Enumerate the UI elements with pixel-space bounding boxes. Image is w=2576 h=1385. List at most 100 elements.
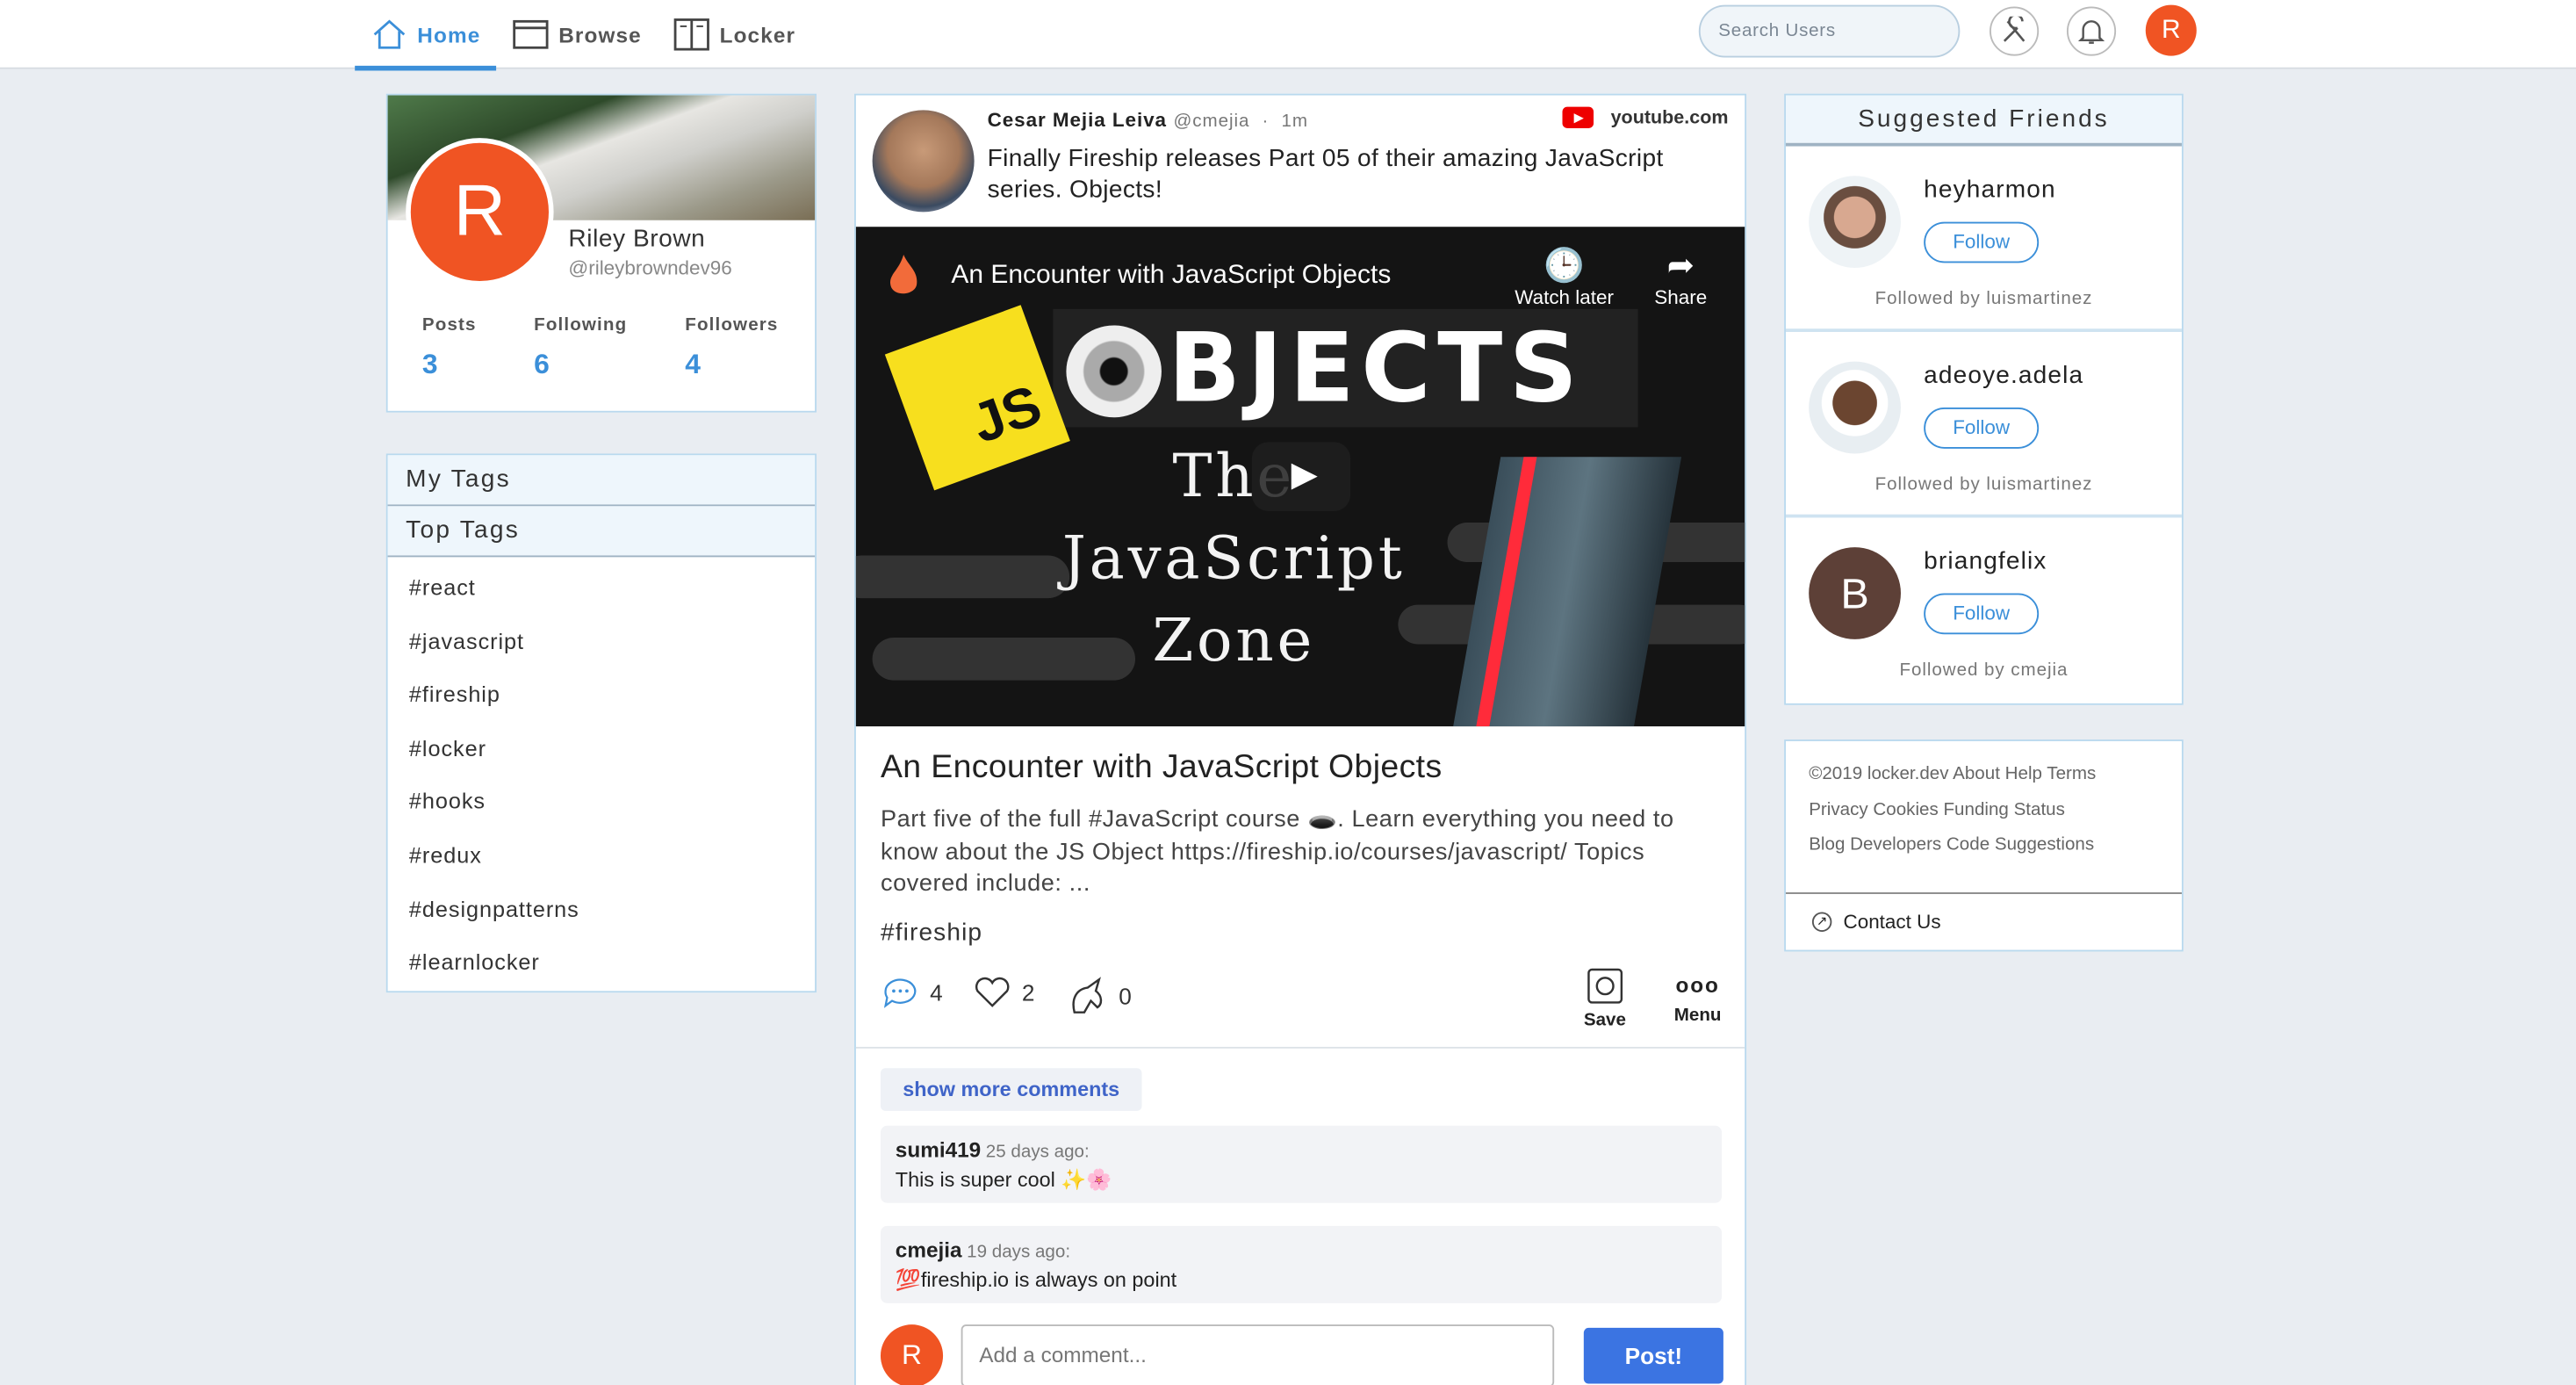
play-button[interactable] — [1251, 442, 1351, 511]
tag-item[interactable]: #fireship — [388, 671, 816, 725]
tag-item[interactable]: #learnlocker — [388, 939, 816, 992]
comment-user-avatar: R — [880, 1324, 944, 1385]
wrench-icon — [2003, 16, 2026, 42]
tag-item[interactable]: #javascript — [388, 617, 816, 671]
nav-locker[interactable]: Locker — [673, 0, 795, 69]
nav-home[interactable]: Home — [355, 0, 497, 71]
stat-posts-label: Posts — [421, 315, 477, 335]
like-button[interactable]: 2 — [973, 976, 1035, 1008]
menu-button[interactable]: ooo Menu — [1673, 966, 1722, 1026]
nav-home-label: Home — [417, 22, 481, 47]
footer-links-line[interactable]: ©2019 locker.dev About Help Terms — [1809, 758, 2159, 793]
save-button[interactable]: Save — [1584, 966, 1626, 1030]
stat-followers[interactable]: Followers 4 — [685, 315, 778, 381]
friend-name[interactable]: adeoye.adela — [1924, 362, 2083, 390]
flame-icon — [889, 255, 917, 294]
friend-avatar[interactable] — [1809, 361, 1901, 454]
watch-later-button[interactable]: 🕒 Watch later — [1515, 247, 1614, 309]
stat-following[interactable]: Following 6 — [534, 315, 627, 381]
comment-bubble-icon — [883, 978, 917, 1008]
clock-icon: 🕒 — [1543, 248, 1585, 285]
link-description: Part five of the full #JavaScript course… — [880, 806, 1674, 898]
contact-us-link[interactable]: ↗ Contact Us — [1811, 911, 1941, 934]
add-comment-input[interactable]: Add a comment... — [961, 1324, 1555, 1385]
stat-following-value: 6 — [534, 348, 550, 380]
thumbnail-zone-text: The JavaScript Zone — [1061, 444, 1406, 676]
unicorns-count: 0 — [1119, 982, 1132, 1009]
comment-user[interactable]: sumi419 — [896, 1137, 981, 1162]
post-author-line: Cesar Mejia Leiva @cmejia · 1m — [988, 108, 1308, 131]
comments-count: 4 — [930, 979, 943, 1006]
divider — [1785, 892, 2182, 894]
follow-button[interactable]: Follow — [1924, 593, 2040, 635]
share-arrow-icon: ➦ — [1666, 248, 1695, 285]
suggested-friends-title: Suggested Friends — [1785, 95, 2182, 147]
friend-name[interactable]: heyharmon — [1924, 176, 2056, 204]
save-locker-icon — [1587, 968, 1623, 1004]
search-users-input[interactable]: Search Users — [1698, 4, 1961, 58]
friend-avatar[interactable]: B — [1809, 547, 1901, 639]
post-card: Cesar Mejia Leiva @cmejia · 1m youtube.co… — [854, 93, 1747, 1385]
footer-links-line[interactable]: Privacy Cookies Funding Status — [1809, 793, 2159, 828]
comment-time: 25 days ago: — [985, 1142, 1090, 1162]
comment-text: 💯fireship.io is always on point — [895, 1268, 1177, 1292]
top-tags-header[interactable]: Top Tags — [387, 506, 816, 558]
follow-button[interactable]: Follow — [1924, 221, 2040, 263]
my-tags-header[interactable]: My Tags — [387, 455, 816, 507]
footer-links-line[interactable]: Blog Developers Code Suggestions — [1809, 828, 2159, 863]
notifications-button[interactable] — [2066, 6, 2117, 56]
stat-posts[interactable]: Posts 3 — [422, 315, 477, 381]
post-source[interactable]: youtube.com — [1563, 106, 1729, 128]
tag-item[interactable]: #designpatterns — [388, 885, 816, 939]
menu-label: Menu — [1673, 1006, 1722, 1026]
tag-item[interactable]: #locker — [388, 725, 816, 778]
profile-name[interactable]: Riley Brown — [568, 225, 705, 253]
post-comment-button[interactable]: Post! — [1583, 1327, 1723, 1384]
post-hashtag[interactable]: #fireship — [881, 919, 982, 947]
share-button[interactable]: ➦ Share — [1654, 247, 1707, 309]
followed-by-text: Followed by luismartinez — [1874, 474, 2093, 495]
friend-suggestion: heyharmon Follow Followed by luismartine… — [1785, 147, 2182, 332]
follow-button[interactable]: Follow — [1924, 408, 2040, 449]
video-title[interactable]: An Encounter with JavaScript Objects — [951, 262, 1391, 292]
unicorn-button[interactable]: 0 — [1066, 976, 1132, 1015]
tools-button[interactable] — [1990, 6, 2040, 56]
likes-count: 2 — [1021, 979, 1035, 1006]
nav-browse[interactable]: Browse — [513, 0, 642, 69]
bell-icon — [2077, 20, 2105, 44]
stat-followers-label: Followers — [685, 315, 779, 335]
comments-button[interactable]: 4 — [881, 976, 943, 1008]
comment-text: This is super cool ✨🌸 — [895, 1168, 1112, 1192]
post-author-name[interactable]: Cesar Mejia Leiva — [988, 108, 1167, 131]
locker-icon — [673, 18, 709, 51]
unicorn-icon — [1072, 977, 1103, 1014]
share-label: Share — [1654, 285, 1708, 309]
comment: cmejia 19 days ago: 💯fireship.io is alway… — [880, 1225, 1723, 1303]
post-author-avatar[interactable] — [872, 110, 975, 213]
friend-name[interactable]: briangfelix — [1924, 547, 2047, 575]
profile-handle: @rileybrowndev96 — [568, 256, 732, 280]
suggested-friends-card: Suggested Friends heyharmon Follow Follo… — [1784, 93, 2184, 705]
friend-avatar[interactable] — [1809, 176, 1901, 269]
footer-card: ©2019 locker.dev About Help Terms Privac… — [1784, 739, 2184, 952]
video-embed[interactable]: An Encounter with JavaScript Objects 🕒 W… — [855, 227, 1745, 727]
stat-following-label: Following — [534, 315, 628, 335]
tag-item[interactable]: #react — [388, 564, 816, 617]
user-avatar-button[interactable]: R — [2145, 4, 2197, 56]
stat-posts-value: 3 — [421, 348, 438, 380]
arrow-circle-icon: ↗ — [1811, 912, 1832, 932]
tag-list: #react #javascript #fireship #locker #ho… — [388, 557, 816, 992]
post-source-label: youtube.com — [1610, 107, 1729, 128]
post-time: 1m — [1281, 112, 1308, 132]
profile-avatar[interactable]: R — [406, 138, 554, 286]
youtube-icon — [1563, 106, 1594, 128]
link-title[interactable]: An Encounter with JavaScript Objects — [881, 749, 1443, 787]
post-dot: · — [1256, 112, 1275, 132]
show-more-comments-button[interactable]: show more comments — [880, 1068, 1142, 1111]
save-label: Save — [1583, 1010, 1626, 1031]
divider — [855, 1046, 1745, 1049]
more-dots-icon: ooo — [1675, 972, 1720, 998]
comment-user[interactable]: cmejia — [896, 1237, 962, 1262]
tag-item[interactable]: #hooks — [388, 778, 816, 832]
tag-item[interactable]: #redux — [388, 832, 816, 885]
